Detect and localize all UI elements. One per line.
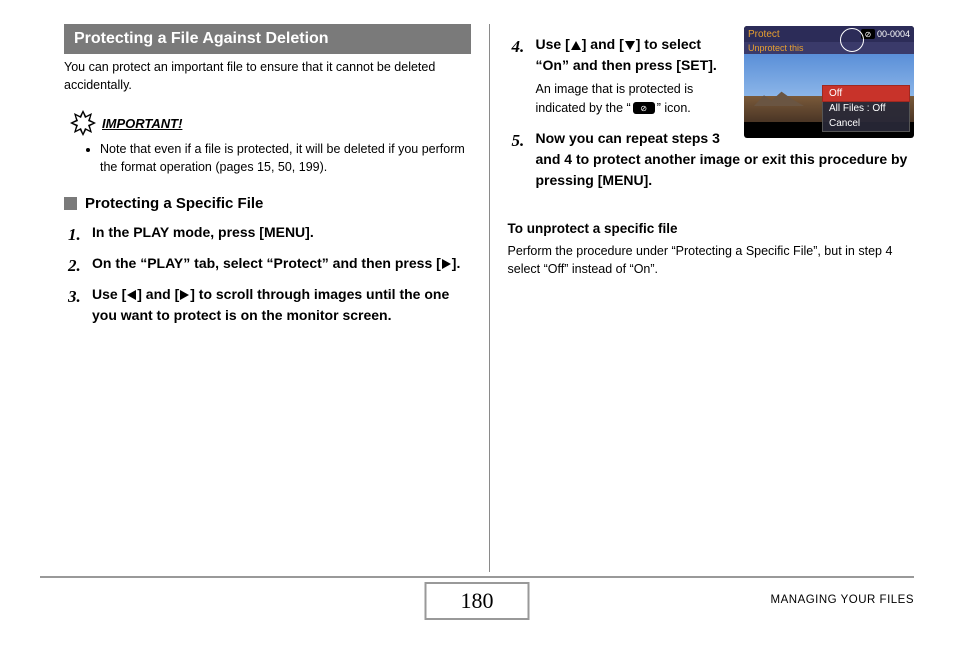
step-4-sub-b: ” icon. [657,101,691,115]
intro-text: You can protect an important file to ens… [64,58,471,94]
subheading: Protecting a Specific File [85,195,263,212]
step-2-text-b: ]. [452,255,461,271]
page-footer: 180 MANAGING YOUR FILES [40,576,914,632]
subheading-row: Protecting a Specific File [64,195,471,212]
up-arrow-icon [571,41,581,50]
right-arrow-icon [442,259,451,269]
footer-divider [40,576,914,578]
square-bullet-icon [64,197,77,210]
steps-left: In the PLAY mode, press [MENU]. On the “… [64,222,471,326]
left-arrow-icon [127,290,136,300]
section-heading: Protecting a File Against Deletion [64,24,471,54]
important-label: IMPORTANT! [102,116,182,131]
step-1: In the PLAY mode, press [MENU]. [68,222,467,243]
step-3-text-a: Use [ [92,286,126,302]
important-note-list: Note that even if a file is protected, i… [100,140,471,176]
important-callout: IMPORTANT! [70,110,471,136]
step-2: On the “PLAY” tab, select “Protect” and … [68,253,467,274]
page-number: 180 [425,582,530,620]
step-5: Now you can repeat steps 3 and 4 to prot… [512,128,911,191]
step-4-text-b: ] and [ [582,36,624,52]
step-2-text-a: On the “PLAY” tab, select “Protect” and … [92,255,441,271]
step-4-text-a: Use [ [536,36,570,52]
left-column: Protecting a File Against Deletion You c… [64,24,489,572]
page-body: Protecting a File Against Deletion You c… [0,0,954,572]
right-arrow-icon [180,290,189,300]
step-4: Use [] and [] to select “On” and then pr… [512,34,911,118]
right-column: Protect ⊘ 00-0004 Unprotect this Off All… [489,24,915,572]
steps-right: Use [] and [] to select “On” and then pr… [508,34,915,191]
step-4-sub: An image that is protected is indicated … [536,80,911,118]
burst-icon [70,110,96,136]
important-note: Note that even if a file is protected, i… [100,140,471,176]
unprotect-body: Perform the procedure under “Protecting … [508,242,915,280]
down-arrow-icon [625,41,635,50]
step-3: Use [] and [] to scroll through images u… [68,284,467,326]
protect-key-icon [633,102,655,114]
step-3-text-b: ] and [ [137,286,179,302]
chapter-label: MANAGING YOUR FILES [771,594,914,606]
unprotect-heading: To unprotect a specific file [508,221,915,236]
